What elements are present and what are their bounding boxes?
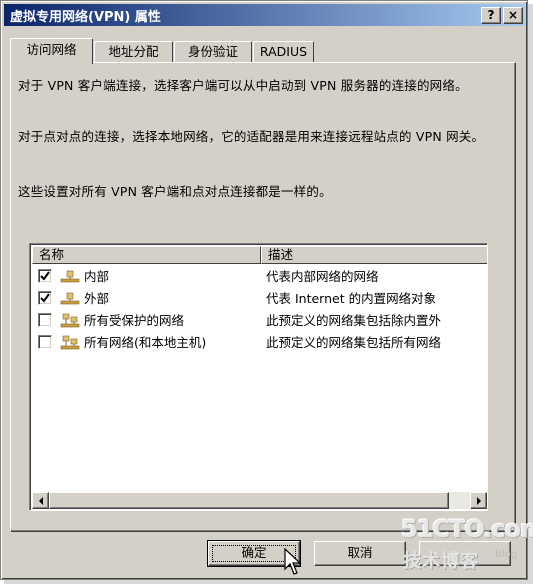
column-header-name[interactable]: 名称 xyxy=(32,246,261,264)
network-description: 代表内部网络的网络 xyxy=(266,269,379,284)
scroll-left-button[interactable] xyxy=(32,492,49,509)
list-item[interactable]: 内部 代表内部网络的网络 xyxy=(32,266,487,288)
network-checkbox[interactable] xyxy=(38,291,52,305)
network-set-icon xyxy=(60,335,80,350)
list-header: 名称 描述 xyxy=(32,246,487,264)
network-list[interactable]: 名称 描述 内部 代表内部网络的网络 外部 代表 Internet 的内置网络对… xyxy=(29,243,488,511)
checkmark-icon xyxy=(40,293,50,303)
network-description: 此预定义的网络集包括除内置外 xyxy=(266,313,442,328)
network-icon xyxy=(60,270,80,283)
help-icon: ? xyxy=(487,8,495,22)
vpn-client-description: 对于 VPN 客户端连接，选择客户端可以从中启动到 VPN 服务器的连接的网络。 xyxy=(18,78,468,93)
watermark-sub: 技术博客 xyxy=(403,551,479,572)
arrow-left-icon xyxy=(38,497,43,505)
network-description: 代表 Internet 的内置网络对象 xyxy=(266,291,437,306)
network-checkbox[interactable] xyxy=(38,335,52,349)
window-shadow-right xyxy=(528,4,533,582)
tab-authentication[interactable]: 身份验证 xyxy=(174,41,252,62)
horizontal-scrollbar[interactable] xyxy=(32,492,487,509)
watermark-main: 51CTO.com xyxy=(401,515,533,543)
list-item[interactable]: 外部 代表 Internet 的内置网络对象 xyxy=(32,288,487,310)
close-button[interactable]: × xyxy=(503,7,523,24)
scroll-right-button[interactable] xyxy=(470,492,487,509)
list-item[interactable]: 所有网络(和本地主机) 此预定义的网络集包括所有网络 xyxy=(32,332,487,354)
list-item[interactable]: 所有受保护的网络 此预定义的网络集包括除内置外 xyxy=(32,310,487,332)
mouse-cursor-icon xyxy=(284,548,302,575)
scroll-thumb[interactable] xyxy=(49,492,449,509)
checkmark-icon xyxy=(40,271,50,281)
dialog-title: 虚拟专用网络(VPN) 属性 xyxy=(10,9,161,25)
network-checkbox[interactable] xyxy=(38,269,52,283)
title-bar[interactable]: 虚拟专用网络(VPN) 属性 ? × xyxy=(4,4,525,26)
network-checkbox[interactable] xyxy=(38,313,52,327)
site-to-site-description: 对于点对点的连接，选择本地网络，它的适配器是用来连接远程站点的 VPN 网关。 xyxy=(18,129,485,144)
list-rows: 内部 代表内部网络的网络 外部 代表 Internet 的内置网络对象 所有受保… xyxy=(32,266,487,354)
arrow-right-icon xyxy=(476,497,481,505)
watermark-logo: 51CTO.com 技术博客 Blog xyxy=(395,515,533,583)
tab-address-assignment[interactable]: 地址分配 xyxy=(94,41,173,62)
network-description: 此预定义的网络集包括所有网络 xyxy=(266,335,442,350)
network-name: 所有受保护的网络 xyxy=(84,313,185,328)
tab-radius[interactable]: RADIUS xyxy=(253,41,314,62)
network-name: 所有网络(和本地主机) xyxy=(84,335,207,350)
tab-access-network[interactable]: 访问网络 xyxy=(10,38,93,64)
network-name: 外部 xyxy=(84,291,110,306)
close-icon: × xyxy=(507,8,519,22)
settings-note: 这些设置对所有 VPN 客户端和点对点连接都是一样的。 xyxy=(18,184,332,199)
column-header-description[interactable]: 描述 xyxy=(261,246,487,264)
cancel-button[interactable]: 取消 xyxy=(314,541,406,566)
network-set-icon xyxy=(60,313,80,328)
network-icon xyxy=(60,292,80,305)
help-button[interactable]: ? xyxy=(481,7,501,24)
network-name: 内部 xyxy=(84,269,110,284)
watermark-blog: Blog xyxy=(495,549,518,560)
